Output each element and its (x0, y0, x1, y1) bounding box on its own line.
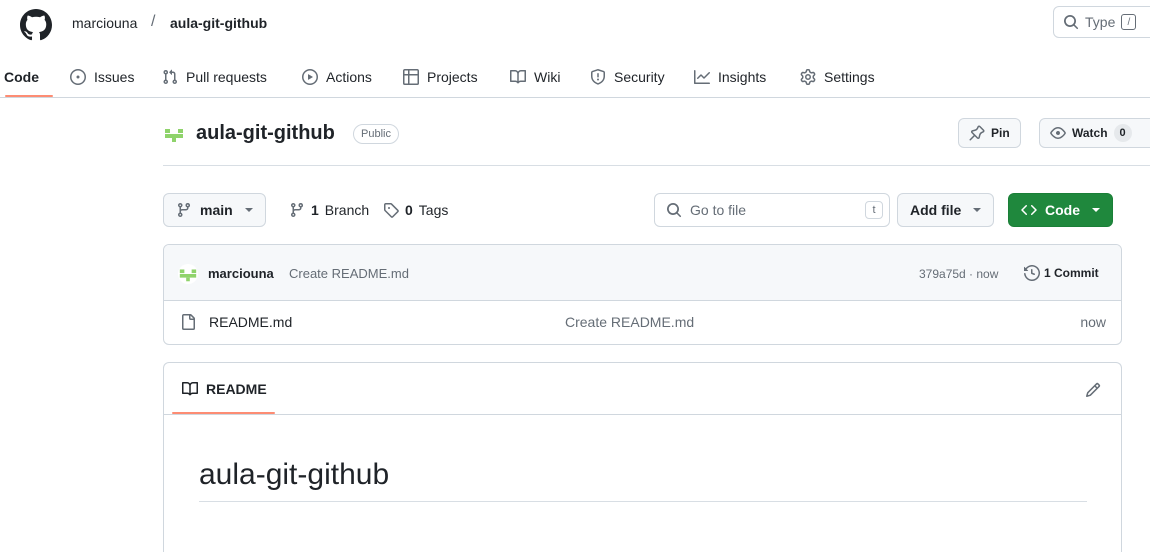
chevron-down-icon (973, 208, 982, 212)
eye-icon (1050, 127, 1066, 139)
git-branch-icon (290, 203, 303, 218)
pin-button[interactable]: Pin (958, 118, 1021, 148)
tag-icon (384, 203, 399, 218)
tab-pull-requests[interactable]: Pull requests (162, 56, 267, 97)
issue-opened-icon (70, 68, 86, 85)
tab-settings[interactable]: Settings (800, 56, 875, 97)
global-search-input[interactable]: Type / (1053, 6, 1150, 38)
code-icon (1021, 204, 1037, 216)
breadcrumb-separator: / (151, 13, 156, 30)
tag-count: 0 (405, 202, 413, 218)
search-placeholder: Type (1085, 14, 1116, 30)
commit-count: 1 Commit (1044, 266, 1099, 280)
tag-word: Tags (418, 202, 449, 218)
tags-link[interactable]: 0 Tags (383, 200, 448, 220)
readme-heading-divider (199, 501, 1087, 502)
git-branch-icon (177, 203, 190, 218)
file-list: marciouna Create README.md 379a75d · now… (163, 244, 1122, 345)
pin-icon (969, 125, 985, 141)
github-logo-icon[interactable] (20, 9, 52, 41)
tab-pull-requests-label: Pull requests (186, 68, 267, 85)
go-to-file-placeholder: Go to file (690, 202, 747, 218)
watch-button[interactable]: Watch 0 (1039, 118, 1150, 148)
commit-author[interactable]: marciouna (208, 266, 274, 281)
code-button-label: Code (1045, 202, 1080, 218)
file-commit-message[interactable]: Create README.md (565, 314, 694, 330)
title-divider (163, 165, 1150, 166)
tab-insights-label: Insights (718, 68, 767, 85)
branch-name: main (200, 202, 233, 218)
top-header: marciouna / aula-git-github Type / (0, 0, 1150, 48)
latest-commit-row: marciouna Create README.md 379a75d · now… (164, 245, 1121, 301)
chevron-down-icon (1092, 208, 1100, 212)
tab-issues[interactable]: Issues (70, 56, 134, 97)
repo-nav: Code Issues Pull requests Actions Projec… (0, 56, 1150, 98)
play-icon (302, 68, 318, 85)
tab-projects[interactable]: Projects (403, 56, 478, 97)
tab-wiki[interactable]: Wiki (510, 56, 560, 97)
readme-heading: aula-git-github (199, 458, 390, 491)
commits-link[interactable]: 1 Commit (1024, 265, 1099, 281)
tab-actions[interactable]: Actions (302, 56, 372, 97)
tab-code-label: Code (4, 68, 39, 85)
branches-link[interactable]: 1 Branch (289, 200, 369, 220)
breadcrumb-owner[interactable]: marciouna (72, 14, 137, 32)
chevron-down-icon (244, 208, 253, 212)
file-commit-time: now (1080, 314, 1106, 330)
identicon-avatar-icon[interactable] (178, 264, 198, 284)
go-to-file-input[interactable]: Go to file t (654, 193, 890, 227)
identicon-avatar-icon (163, 123, 185, 145)
tab-settings-label: Settings (824, 68, 875, 85)
history-icon (1024, 265, 1040, 281)
active-tab-underline (5, 95, 53, 97)
tab-insights[interactable]: Insights (694, 56, 766, 97)
tab-code[interactable]: Code (4, 56, 39, 97)
readme-tab[interactable]: README (182, 381, 267, 397)
graph-icon (694, 69, 710, 84)
watch-count: 0 (1113, 124, 1132, 142)
readme-tab-underline (172, 412, 275, 414)
tab-actions-label: Actions (326, 68, 372, 85)
tab-projects-label: Projects (427, 68, 478, 85)
branch-count: 1 (311, 202, 319, 218)
readme-header: README (164, 363, 1121, 415)
tab-wiki-label: Wiki (534, 68, 561, 85)
pencil-icon[interactable] (1085, 382, 1101, 398)
add-file-label: Add file (910, 202, 962, 218)
pin-button-label: Pin (991, 126, 1010, 140)
breadcrumb-repo[interactable]: aula-git-github (170, 14, 267, 32)
pull-request-icon (163, 69, 178, 84)
file-icon (182, 314, 195, 330)
search-icon (667, 203, 682, 218)
code-button[interactable]: Code (1008, 193, 1113, 227)
book-icon (182, 381, 198, 396)
file-row[interactable]: README.md Create README.md now (164, 301, 1121, 344)
commit-message[interactable]: Create README.md (289, 266, 409, 281)
tab-issues-label: Issues (94, 68, 135, 85)
table-icon (403, 68, 419, 85)
shield-icon (591, 68, 605, 85)
branch-select-button[interactable]: main (163, 193, 266, 227)
repo-title[interactable]: aula-git-github (196, 120, 335, 146)
readme-tab-label: README (206, 381, 267, 397)
file-name[interactable]: README.md (209, 314, 292, 330)
tab-security-label: Security (614, 68, 665, 85)
watch-button-label: Watch (1072, 126, 1108, 140)
readme-panel: README aula-git-github (163, 362, 1122, 552)
go-to-file-shortcut-key: t (865, 201, 883, 219)
search-shortcut-key: / (1121, 14, 1137, 30)
tab-security[interactable]: Security (590, 56, 665, 97)
commit-hash-time[interactable]: 379a75d · now (919, 267, 998, 281)
gear-icon (800, 68, 816, 85)
book-icon (510, 69, 526, 83)
branch-word: Branch (324, 202, 370, 218)
visibility-badge: Public (353, 124, 399, 144)
search-icon (1064, 15, 1079, 30)
add-file-button[interactable]: Add file (897, 193, 995, 227)
